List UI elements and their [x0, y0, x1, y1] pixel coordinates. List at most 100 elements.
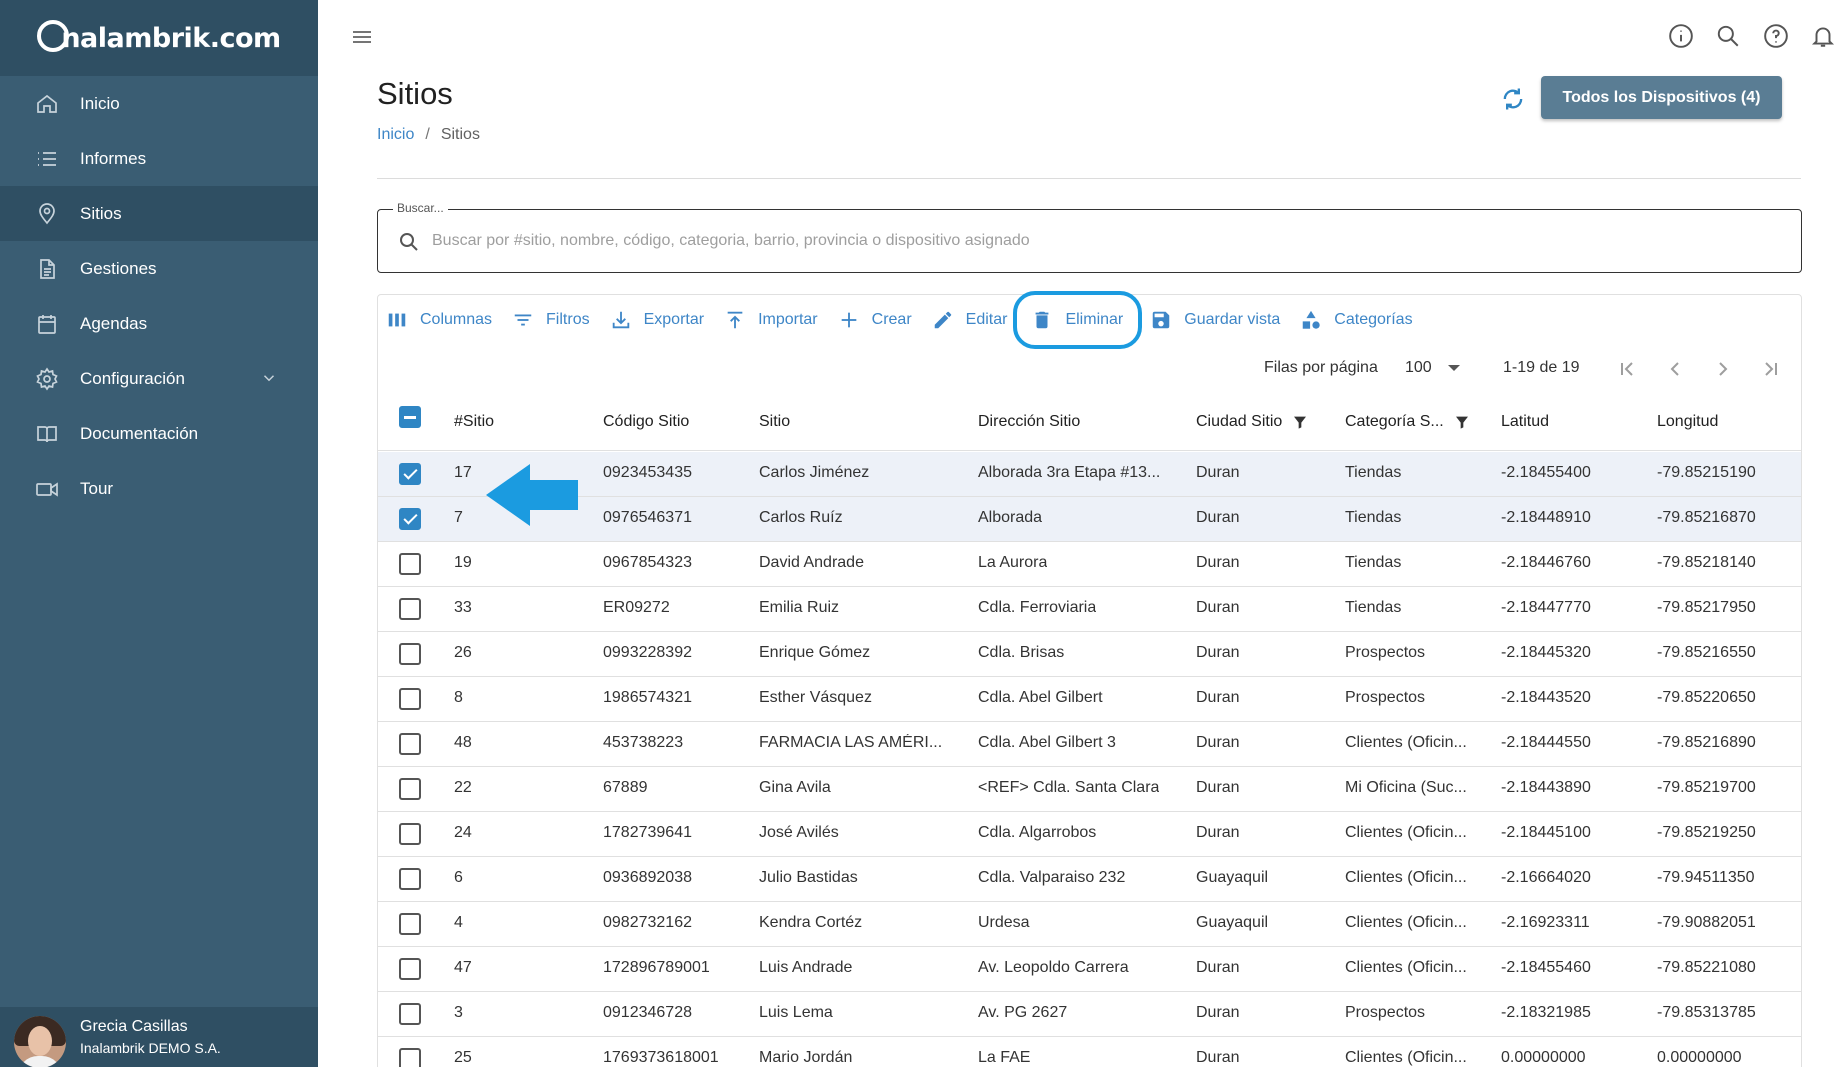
table-row[interactable]: 33 ER09272 Emilia Ruiz Cdla. Ferroviaria Dur…: [378, 587, 1801, 632]
export-button[interactable]: Exportar: [610, 300, 704, 340]
table-row[interactable]: 25 1769373618001 Mario Jordán La FAE Duran Cl…: [378, 1037, 1801, 1067]
first-page-icon[interactable]: [1615, 357, 1639, 381]
cell-sitio-id: 6: [454, 869, 463, 886]
cell-direccion: Av. PG 2627: [978, 1004, 1068, 1021]
column-header-codigo[interactable]: Código Sitio: [603, 413, 689, 431]
all-devices-button[interactable]: Todos los Dispositivos (4): [1541, 76, 1782, 119]
sidebar-item-configuracion[interactable]: Configuración: [0, 351, 318, 406]
cell-codigo: ER09272: [603, 599, 670, 616]
columns-label: Columnas: [420, 311, 493, 328]
sidebar-item-informes[interactable]: Informes: [0, 131, 318, 186]
cell-sitio: Carlos Ruíz: [759, 509, 843, 526]
sidebar-item-gestiones[interactable]: Gestiones: [0, 241, 318, 296]
row-checkbox[interactable]: [399, 733, 421, 755]
sidebar-item-inicio[interactable]: Inicio: [0, 76, 318, 131]
previous-page-icon[interactable]: [1663, 357, 1687, 381]
column-header-categoria[interactable]: Categoría S...: [1345, 413, 1470, 431]
row-checkbox[interactable]: [399, 958, 421, 980]
cell-sitio-id: 48: [454, 734, 472, 751]
row-checkbox[interactable]: [399, 823, 421, 845]
filter-icon[interactable]: [1454, 414, 1470, 430]
table-row[interactable]: 4 0982732162 Kendra Cortéz Urdesa Guayaquil C…: [378, 902, 1801, 947]
table-row[interactable]: 47 172896789001 Luis Andrade Av. Leopoldo C…: [378, 947, 1801, 992]
select-all-checkbox[interactable]: [399, 406, 421, 428]
help-icon[interactable]: [1762, 22, 1790, 50]
sidebar-item-sitios[interactable]: Sitios: [0, 186, 318, 241]
cell-direccion: La FAE: [978, 1049, 1031, 1066]
search-input[interactable]: [432, 226, 1772, 256]
table-row[interactable]: 6 0936892038 Julio Bastidas Cdla. Valparais…: [378, 857, 1801, 902]
info-icon[interactable]: [1667, 22, 1695, 50]
row-checkbox[interactable]: [399, 778, 421, 800]
cell-direccion: Cdla. Abel Gilbert 3: [978, 734, 1116, 751]
cell-sitio: FARMACIA LAS AMÉRI...: [759, 734, 943, 751]
breadcrumb-home-link[interactable]: Inicio: [377, 126, 414, 144]
cell-ciudad: Duran: [1196, 599, 1240, 616]
home-icon: [34, 91, 60, 117]
table-row[interactable]: 26 0993228392 Enrique Gómez Cdla. Brisas Dur…: [378, 632, 1801, 677]
user-profile[interactable]: Grecia Casillas Inalambrik DEMO S.A.: [0, 1007, 318, 1067]
row-checkbox[interactable]: [399, 598, 421, 620]
brand-logo[interactable]: nalambrik.com: [37, 20, 281, 54]
row-checkbox[interactable]: [399, 688, 421, 710]
rows-per-page-select[interactable]: 100: [1405, 359, 1460, 377]
column-header-ciudad[interactable]: Ciudad Sitio: [1196, 413, 1308, 431]
row-checkbox[interactable]: [399, 913, 421, 935]
sidebar-item-tour[interactable]: Tour: [0, 461, 318, 516]
cell-direccion: Av. Leopoldo Carrera: [978, 959, 1129, 976]
table-row[interactable]: 19 0967854323 David Andrade La Aurora Duran T…: [378, 542, 1801, 587]
columns-icon: [386, 309, 408, 331]
column-header-sitio[interactable]: Sitio: [759, 413, 790, 431]
column-header-sitio-id[interactable]: #Sitio: [454, 413, 494, 431]
create-button[interactable]: Crear: [838, 300, 912, 340]
edit-button[interactable]: Editar: [932, 300, 1007, 340]
delete-button[interactable]: Eliminar: [1013, 291, 1143, 349]
cell-longitud: -79.85220650: [1657, 689, 1756, 706]
table-row[interactable]: 48 453738223 FARMACIA LAS AMÉRI... Cdla. Ab…: [378, 722, 1801, 767]
import-button[interactable]: Importar: [724, 300, 818, 340]
categories-button[interactable]: Categorías: [1300, 300, 1413, 340]
columns-button[interactable]: Columnas: [386, 300, 492, 340]
bell-icon[interactable]: [1809, 22, 1837, 50]
column-header-longitud[interactable]: Longitud: [1657, 413, 1718, 431]
row-checkbox[interactable]: [399, 1003, 421, 1025]
upload-icon: [724, 309, 746, 331]
menu-icon[interactable]: [350, 25, 374, 49]
filter-icon[interactable]: [1292, 414, 1308, 430]
table-row[interactable]: 24 1782739641 José Avilés Cdla. Algarrobos D…: [378, 812, 1801, 857]
cell-sitio: Julio Bastidas: [759, 869, 858, 886]
search-icon[interactable]: [1714, 22, 1742, 50]
row-checkbox[interactable]: [399, 463, 421, 485]
table-row[interactable]: 3 0912346728 Luis Lema Av. PG 2627 Duran Pros…: [378, 992, 1801, 1037]
save-view-button[interactable]: Guardar vista: [1150, 300, 1280, 340]
chevron-down-icon[interactable]: [260, 369, 278, 392]
table-row[interactable]: 22 67889 Gina Avila <REF> Cdla. Santa Clara…: [378, 767, 1801, 812]
cell-latitud: -2.18443520: [1501, 689, 1591, 706]
row-checkbox[interactable]: [399, 1048, 421, 1067]
column-header-direccion[interactable]: Dirección Sitio: [978, 413, 1080, 431]
row-checkbox[interactable]: [399, 868, 421, 890]
caret-down-icon: [1447, 365, 1460, 371]
next-page-icon[interactable]: [1711, 357, 1735, 381]
row-checkbox[interactable]: [399, 643, 421, 665]
filters-button[interactable]: Filtros: [512, 300, 590, 340]
cell-direccion: Cdla. Ferroviaria: [978, 599, 1097, 616]
row-checkbox[interactable]: [399, 553, 421, 575]
column-header-latitud[interactable]: Latitud: [1501, 413, 1549, 431]
sidebar-item-documentacion[interactable]: Documentación: [0, 406, 318, 461]
cell-direccion: Cdla. Valparaiso 232: [978, 869, 1126, 886]
sidebar-item-label: Informes: [80, 148, 147, 168]
sidebar-item-agendas[interactable]: Agendas: [0, 296, 318, 351]
cell-categoria: Tiendas: [1345, 464, 1402, 481]
cell-ciudad: Duran: [1196, 464, 1240, 481]
last-page-icon[interactable]: [1759, 357, 1783, 381]
table-row[interactable]: 17 0923453435 Carlos Jiménez Alborada 3ra E…: [378, 452, 1801, 497]
table-row[interactable]: 7 0976546371 Carlos Ruíz Alborada Duran Tiend…: [378, 497, 1801, 542]
cell-ciudad: Duran: [1196, 554, 1240, 571]
cell-latitud: -2.18321985: [1501, 1004, 1591, 1021]
row-checkbox[interactable]: [399, 508, 421, 530]
refresh-icon[interactable]: [1499, 85, 1527, 113]
topbar-actions: [1647, 22, 1837, 50]
sidebar-nav: Inicio Informes Sitios Gestiones Agendas…: [0, 76, 318, 516]
table-row[interactable]: 8 1986574321 Esther Vásquez Cdla. Abel Gilb…: [378, 677, 1801, 722]
